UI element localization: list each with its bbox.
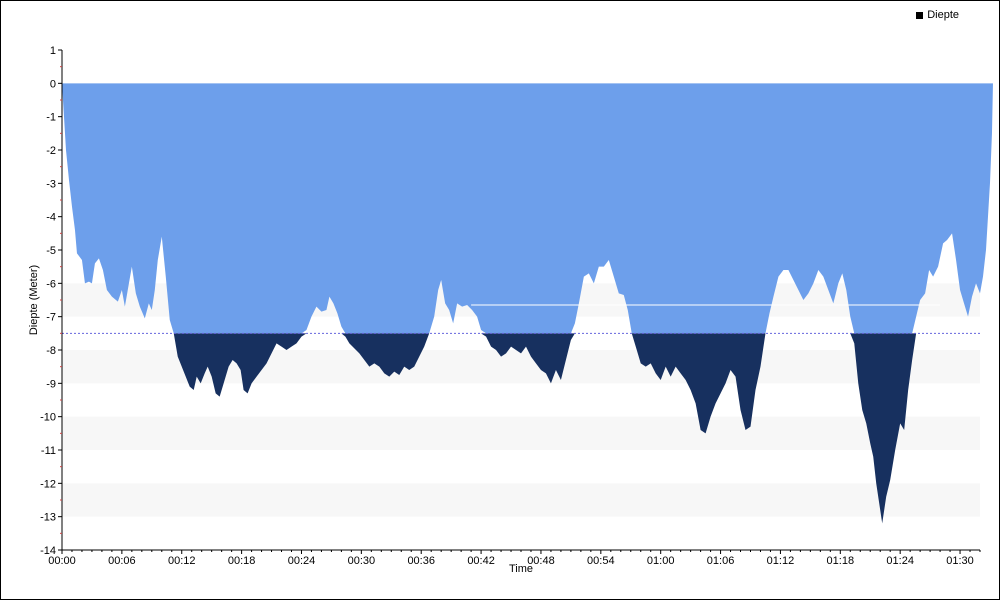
y-tick-label: 0 [50, 78, 56, 90]
x-tick-label: 00:30 [348, 555, 376, 567]
y-tick-label: -9 [46, 378, 56, 390]
x-tick-label: 01:18 [827, 555, 855, 567]
x-tick-label: 00:24 [288, 555, 316, 567]
x-tick-label: 00:18 [228, 555, 256, 567]
y-tick-label: -7 [46, 312, 56, 324]
y-tick-label: -13 [40, 512, 56, 524]
y-axis-title: Diepte (Meter) [28, 265, 40, 335]
x-tick-label: 01:12 [767, 555, 795, 567]
x-tick-label: 00:36 [407, 555, 435, 567]
legend-label: Diepte [927, 9, 959, 21]
y-tick-label: -10 [40, 412, 56, 424]
x-tick-label: 01:30 [946, 555, 974, 567]
legend: Diepte [916, 9, 959, 21]
x-tick-label: 00:06 [108, 555, 136, 567]
y-tick-label: -12 [40, 478, 56, 490]
y-tick-label: -11 [41, 445, 56, 457]
chart-frame: 1 0 -1 -2 -3 -4 -5 -6 -7 -8 -9 -10 -11 -12 -13 -14 00:00… [0, 0, 1000, 600]
background-band [62, 416, 980, 450]
depth-chart: 10-1-2-3-4-5-6-7-8-9-10-11-12-13-1400:00… [28, 45, 993, 575]
x-tick-label: 00:12 [168, 555, 196, 567]
y-tick-label: -6 [46, 278, 56, 290]
x-tick-label: 00:54 [587, 555, 615, 567]
background-band [62, 483, 980, 517]
y-tick-label: -8 [46, 345, 56, 357]
y-tick-label: -5 [46, 245, 56, 257]
legend-swatch [916, 11, 924, 19]
x-tick-label: 01:00 [647, 555, 675, 567]
y-tick-label: 1 [50, 45, 56, 57]
x-tick-label: 00:00 [48, 555, 76, 567]
y-tick-label: -2 [46, 145, 56, 157]
area-layer [62, 83, 993, 524]
y-tick-label: -3 [46, 178, 56, 190]
x-tick-label: 01:06 [707, 555, 735, 567]
x-tick-label: 01:24 [886, 555, 914, 567]
x-tick-label: 00:42 [467, 555, 495, 567]
shallow-area [62, 83, 993, 334]
y-tick-label: -1 [46, 112, 56, 124]
y-tick-label: -4 [46, 212, 56, 224]
x-axis-title: Time [509, 563, 533, 575]
